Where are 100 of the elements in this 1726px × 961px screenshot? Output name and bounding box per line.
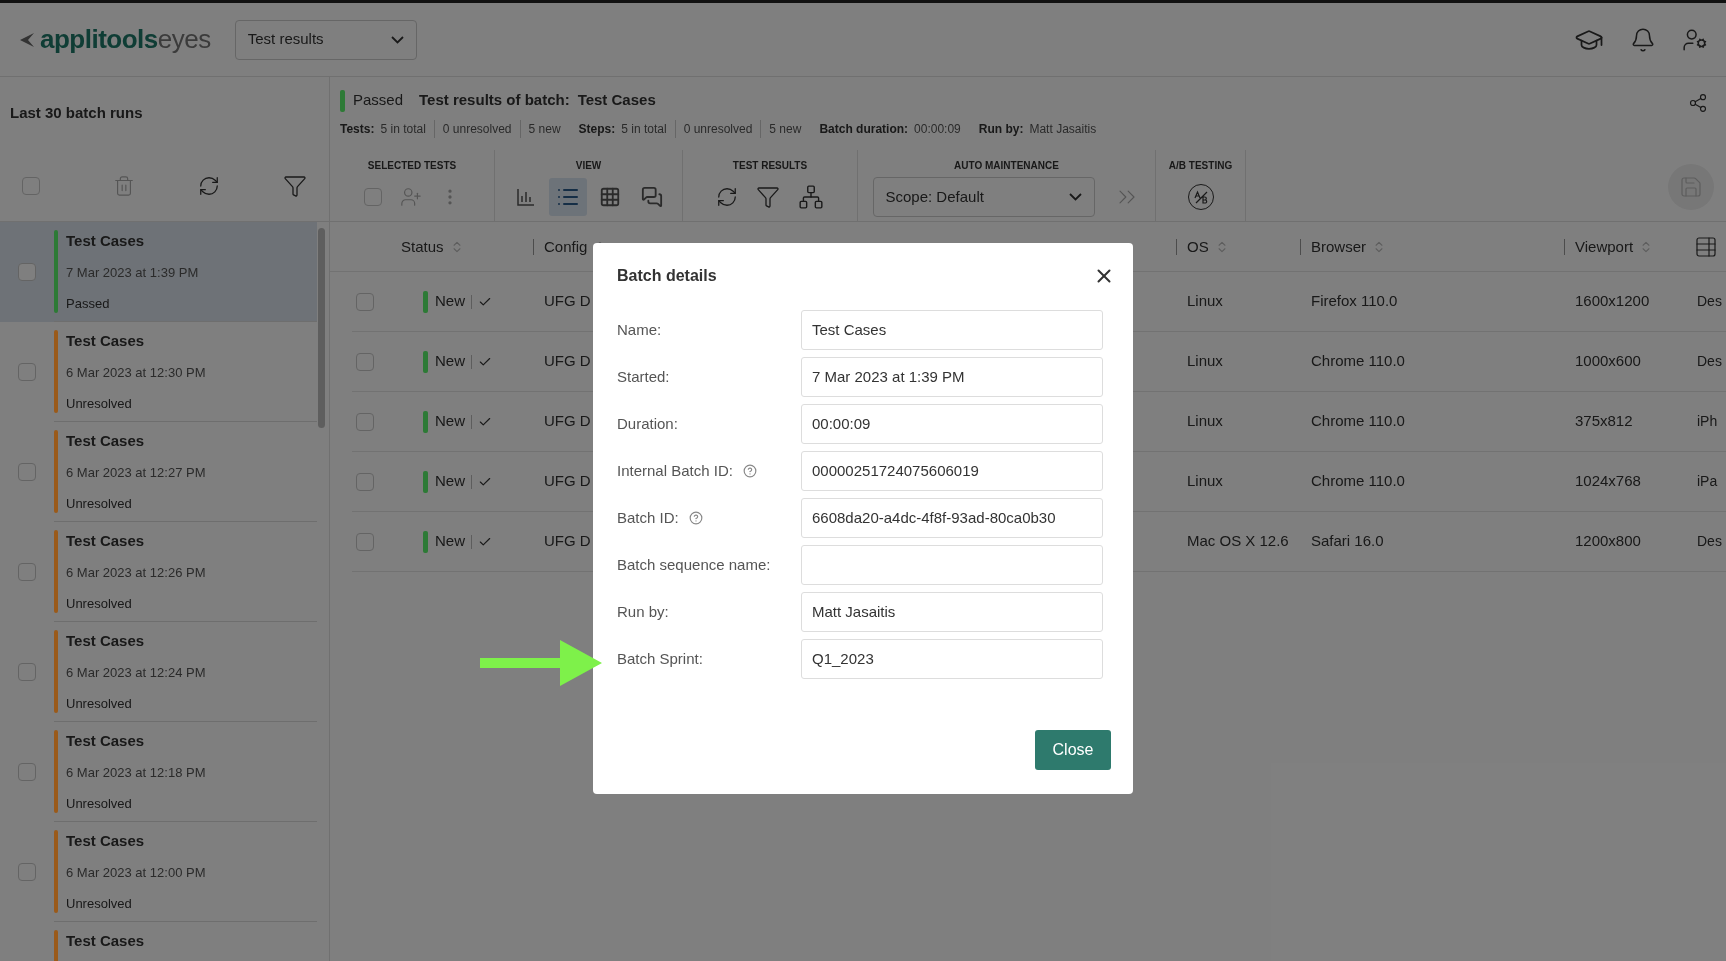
field-label: Run by: <box>617 601 669 622</box>
checkbox[interactable] <box>356 292 374 311</box>
hierarchy-icon[interactable] <box>798 184 824 210</box>
batch-item[interactable]: Test Cases 6 Mar 2023 at 12:18 PM Unresolved <box>0 722 317 822</box>
stat-value: 5 in total <box>621 120 667 138</box>
input-field[interactable]: 6608da20-a4dc-4f8f-93ad-80ca0b30 <box>801 498 1103 538</box>
batch-title: Test Cases <box>577 90 656 111</box>
table-cell-text: Chrome 110.0 <box>1311 471 1405 492</box>
table-cell-text: Des <box>1697 292 1722 311</box>
table-cell-text: Des <box>1697 352 1722 371</box>
column-header[interactable]: Config <box>544 239 588 254</box>
checkbox[interactable] <box>356 472 374 491</box>
scope-select[interactable]: Scope: Default <box>872 177 1095 217</box>
toolbar-group-title: TEST RESULTS <box>732 159 808 173</box>
save-button[interactable] <box>1668 164 1714 210</box>
batch-name: Test Cases <box>66 431 146 451</box>
batch-name: Test Cases <box>66 231 146 251</box>
checkbox[interactable] <box>18 763 36 781</box>
refresh-icon[interactable] <box>198 174 220 197</box>
table-cell-text: Chrome 110.0 <box>1311 351 1405 372</box>
input-field[interactable]: Test Cases <box>801 310 1103 350</box>
stat-label: Run by: <box>978 120 1024 138</box>
toolbar-group-title: VIEW <box>575 159 602 173</box>
input-field[interactable]: 00:00:09 <box>801 404 1103 444</box>
batch-item[interactable]: Test Cases 6 Mar 2023 at 12:24 PM Unresolved <box>0 622 317 722</box>
batch-name: Test Cases <box>66 331 146 351</box>
filter-icon[interactable] <box>283 173 307 198</box>
field-label: Started: <box>617 366 670 387</box>
checkbox[interactable] <box>356 412 374 431</box>
batch-date: 6 Mar 2023 at 12:24 PM <box>66 664 206 683</box>
checkbox[interactable] <box>18 563 36 581</box>
stat-value: 5 new <box>519 119 561 138</box>
table-cell-text: Linux <box>1187 411 1223 432</box>
table-cell-text: 1000x600 <box>1575 351 1641 372</box>
status-cell-text: New <box>435 291 465 312</box>
input-field[interactable]: 7 Mar 2023 at 1:39 PM <box>801 357 1103 397</box>
batch-item[interactable]: Test Cases 6 Mar 2023 at 12:27 PM Unresolved <box>0 422 317 522</box>
grid-view-icon <box>598 186 621 208</box>
status-cell-text: New <box>435 411 465 432</box>
table-cell-text: Firefox 110.0 <box>1311 291 1398 312</box>
table-cell-text: Chrome 110.0 <box>1311 411 1405 432</box>
batch-date: 6 Mar 2023 at 12:30 PM <box>66 364 206 383</box>
refresh-icon[interactable] <box>716 186 738 208</box>
table-cell-text: Safari 16.0 <box>1311 531 1384 552</box>
share-icon[interactable] <box>1688 93 1708 113</box>
batch-status: Passed <box>353 90 404 111</box>
batch-name: Test Cases <box>66 931 145 951</box>
batch-item[interactable]: Test Cases 7 Mar 2023 at 1:39 PM Passed <box>0 222 317 322</box>
assign-user-icon[interactable] <box>400 186 422 208</box>
table-cell-text: Linux <box>1187 471 1223 492</box>
delete-icon[interactable] <box>113 174 135 197</box>
input-field[interactable] <box>801 545 1103 585</box>
checkbox[interactable] <box>18 863 36 881</box>
help-icon[interactable] <box>688 511 703 525</box>
checkbox[interactable] <box>356 532 374 551</box>
checkbox[interactable] <box>364 188 382 206</box>
view-select[interactable]: Test results <box>234 19 417 60</box>
batch-status: Unresolved <box>66 394 133 413</box>
sidebar-title: Last 30 batch runs <box>10 103 143 124</box>
filter-icon[interactable] <box>756 185 780 209</box>
batch-status: Unresolved <box>66 894 133 913</box>
batch-name: Test Cases <box>66 531 146 551</box>
table-cell-text: iPa <box>1697 472 1718 491</box>
batch-item[interactable]: Test Cases 6 Mar 2023 at 12:26 PM Unresolved <box>0 522 317 622</box>
checkbox[interactable] <box>356 352 374 371</box>
caret-icon[interactable] <box>1068 193 1082 201</box>
batch-status: Unresolved <box>66 494 133 513</box>
stat-value: 0 unresolved <box>433 119 512 138</box>
close-button[interactable]: Close <box>1035 730 1111 770</box>
batch-status: Unresolved <box>66 594 133 613</box>
table-settings-icon[interactable] <box>1694 234 1718 259</box>
select-all-checkbox[interactable] <box>22 176 40 195</box>
batch-item[interactable]: Test Cases 6 Mar 2023 at 12:00 PM Unresolved <box>0 822 317 922</box>
batch-item[interactable]: Test Cases <box>0 922 317 961</box>
checkbox[interactable] <box>18 463 36 481</box>
help-icon[interactable] <box>742 464 757 478</box>
notifications-icon[interactable] <box>1630 26 1656 53</box>
checkbox[interactable] <box>18 663 36 681</box>
caret-icon[interactable] <box>390 35 404 44</box>
view-button[interactable] <box>548 178 587 216</box>
table-cell-text: UFG D <box>544 471 591 492</box>
dialog-title: Batch details <box>617 266 717 286</box>
column-header[interactable]: Status <box>401 239 444 254</box>
table-cell-text: UFG D <box>544 411 591 432</box>
stat-value: 00:00:09 <box>914 120 961 138</box>
input-field[interactable]: Matt Jasaitis <box>801 592 1103 632</box>
batch-date: 6 Mar 2023 at 12:18 PM <box>66 764 206 783</box>
stat-label: Steps: <box>578 120 616 138</box>
bar-chart-icon[interactable] <box>515 187 536 207</box>
column-header[interactable]: OS <box>1187 239 1209 254</box>
input-field[interactable]: Q1_2023 <box>801 639 1103 679</box>
checkbox[interactable] <box>18 263 36 281</box>
checkbox[interactable] <box>18 363 36 381</box>
column-header[interactable]: Viewport <box>1575 239 1634 254</box>
input-field[interactable]: 00000251724075606019 <box>801 451 1103 491</box>
toolbar-group-title: A/B TESTING <box>1168 159 1233 173</box>
batch-item[interactable]: Test Cases 6 Mar 2023 at 12:30 PM Unresolved <box>0 322 317 422</box>
column-header[interactable]: Browser <box>1311 239 1366 254</box>
batch-status: Unresolved <box>66 794 133 813</box>
scrollbar[interactable] <box>318 228 325 428</box>
